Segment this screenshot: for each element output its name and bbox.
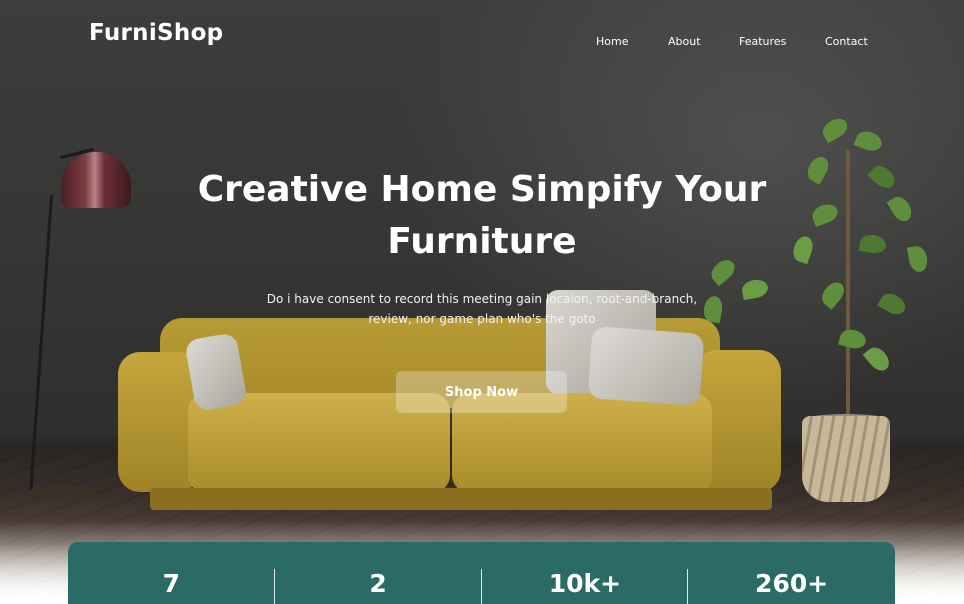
nav-link-home[interactable]: Home xyxy=(596,35,628,48)
stat-value: 7 xyxy=(162,569,181,598)
stat-item: 7 xyxy=(68,542,275,604)
stat-value: 260+ xyxy=(755,569,829,598)
stat-value: 10k+ xyxy=(548,569,622,598)
floor-lamp-shade xyxy=(61,152,131,208)
floor-lamp-base xyxy=(34,486,96,500)
nav-link-features[interactable]: Features xyxy=(739,35,786,48)
hero-headline-line2: Furniture xyxy=(387,221,577,262)
stat-item: 2 xyxy=(275,542,482,604)
stat-value: 2 xyxy=(369,569,387,598)
sofa-base xyxy=(150,488,772,510)
stat-item: 10k+ xyxy=(482,542,689,604)
plant-stem xyxy=(846,150,850,418)
stats-bar: 7 2 10k+ 260+ xyxy=(68,542,895,604)
hero-headline: Creative Home Simpify Your Furniture xyxy=(132,164,832,268)
main-nav: Home About Features Contact xyxy=(0,35,964,55)
plant-pot xyxy=(802,416,890,502)
hero-headline-line1: Creative Home Simpify Your xyxy=(197,169,767,210)
shop-now-button[interactable]: Shop Now xyxy=(396,371,567,413)
sofa-pillow xyxy=(587,326,705,406)
hero-subtext: Do i have consent to record this meeting… xyxy=(266,292,698,326)
stat-item: 260+ xyxy=(688,542,895,604)
nav-link-contact[interactable]: Contact xyxy=(825,35,868,48)
nav-link-about[interactable]: About xyxy=(668,35,701,48)
